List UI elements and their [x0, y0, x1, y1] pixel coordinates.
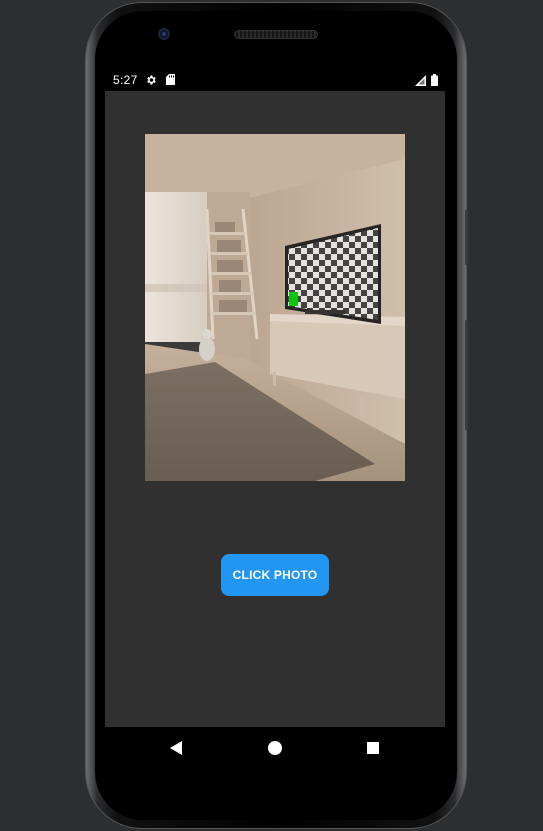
- navigation-bar: [105, 727, 445, 769]
- status-bar: 5:27: [105, 70, 445, 91]
- status-time: 5:27: [113, 73, 138, 87]
- earpiece-speaker: [234, 30, 318, 39]
- back-button[interactable]: [105, 727, 218, 769]
- sd-card-icon: [166, 74, 175, 85]
- recents-button[interactable]: [367, 742, 379, 754]
- signal-icon: [415, 75, 426, 86]
- room-photo: [145, 134, 405, 481]
- front-camera: [158, 28, 170, 40]
- power-button: [465, 210, 468, 265]
- volume-button: [465, 320, 468, 430]
- home-button[interactable]: [268, 741, 282, 755]
- back-icon: [170, 741, 182, 755]
- battery-icon: [431, 74, 438, 86]
- click-photo-button[interactable]: CLICK PHOTO: [221, 554, 329, 596]
- gear-icon: [147, 75, 156, 85]
- app-screen: CLICK PHOTO: [105, 91, 445, 727]
